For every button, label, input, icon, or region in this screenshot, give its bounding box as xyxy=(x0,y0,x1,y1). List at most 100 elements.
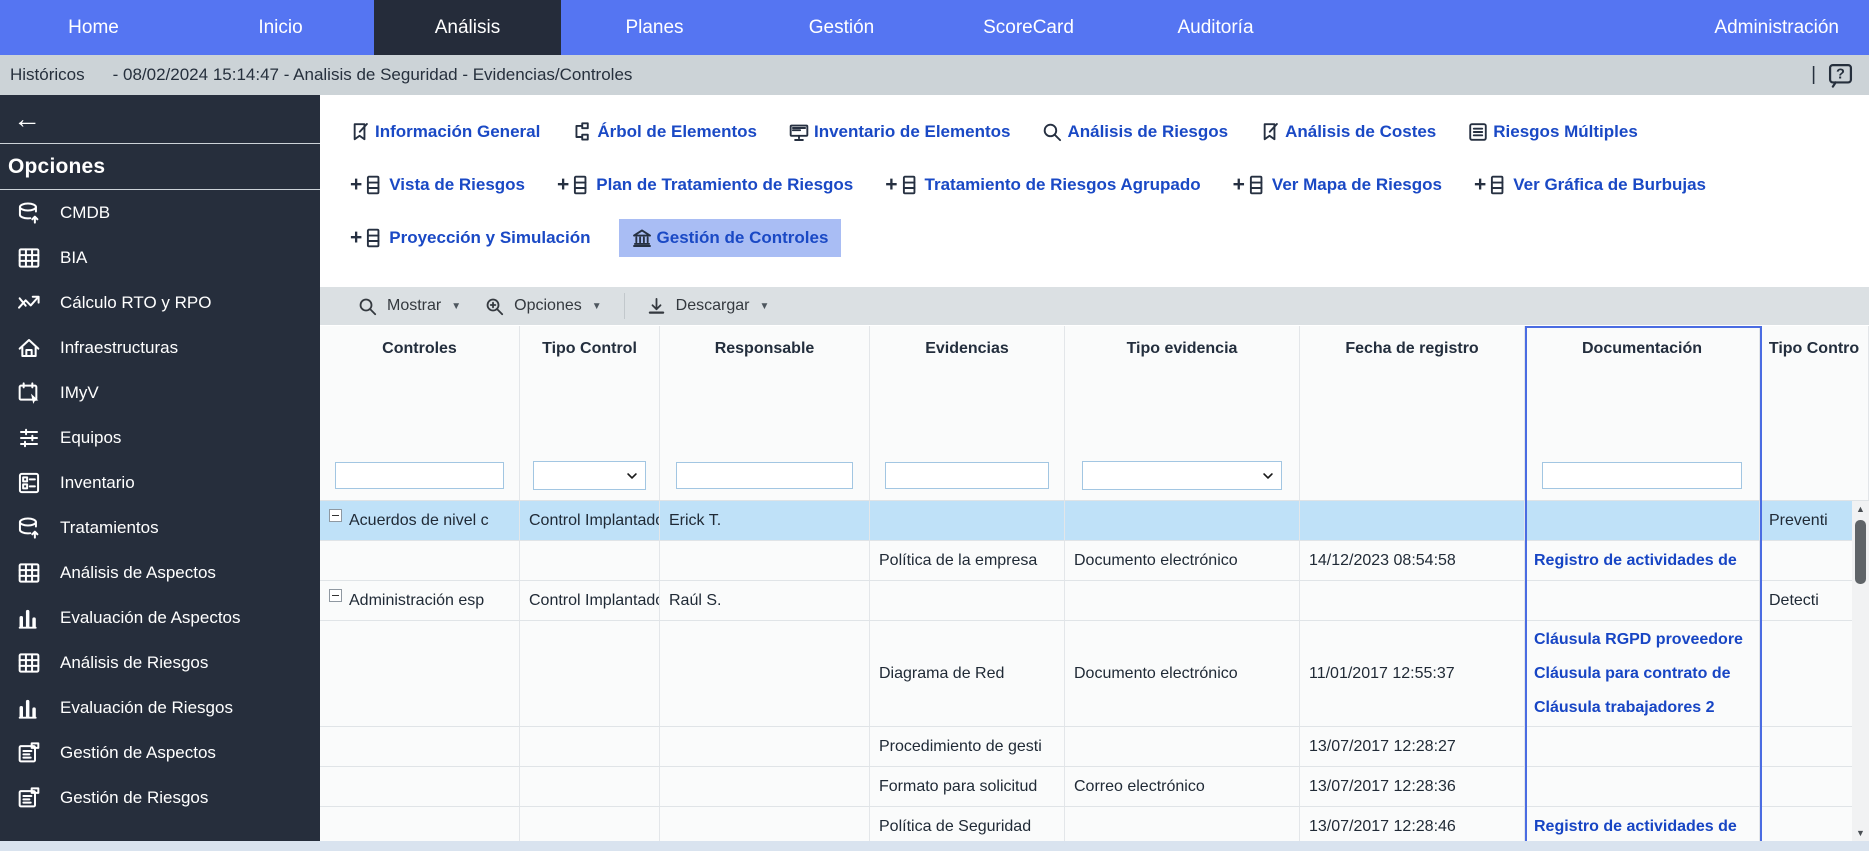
filter-cell-tipo-control xyxy=(520,451,660,500)
column-header-controles[interactable]: Controles xyxy=(320,326,520,451)
horizontal-scrollbar[interactable] xyxy=(0,841,1869,851)
search-icon xyxy=(1042,122,1062,142)
scroll-down-icon[interactable]: ▼ xyxy=(1856,828,1865,838)
toolbar-menu-descargar[interactable]: Descargar ▼ xyxy=(635,297,782,316)
plus-icon: + xyxy=(557,172,570,196)
help-icon[interactable]: ? xyxy=(1828,63,1853,88)
nav-tab-administracion[interactable]: Administración xyxy=(1684,0,1869,55)
cell-tipo-control xyxy=(520,621,660,726)
sidebar-item-evaluacion-de-aspectos[interactable]: Evaluación de Aspectos xyxy=(0,595,320,640)
sidebar-item-bia[interactable]: BIA xyxy=(0,235,320,280)
collapse-icon[interactable] xyxy=(329,509,342,522)
tab-label: Análisis de Riesgos xyxy=(1067,121,1229,141)
tab-informacion-general[interactable]: Información General xyxy=(346,114,544,150)
bookmark-pen-icon xyxy=(350,122,370,142)
table-row: Política de la empresa Documento electrón… xyxy=(320,541,1869,581)
document-link[interactable]: Registro de actividades de xyxy=(1534,810,1737,844)
nav-tab-auditoria[interactable]: Auditoría xyxy=(1122,0,1309,55)
column-header-tipo-evidencia[interactable]: Tipo evidencia xyxy=(1065,326,1300,451)
bar-chart-icon xyxy=(17,606,41,630)
table-row: Administración esp Control Implantado Raúl… xyxy=(320,581,1869,621)
sidebar-item-infraestructuras[interactable]: Infraestructuras xyxy=(0,325,320,370)
cell-controles xyxy=(320,621,520,726)
nav-tab-analisis[interactable]: Análisis xyxy=(374,0,561,55)
nav-tab-gestion[interactable]: Gestión xyxy=(748,0,935,55)
tab-analisis-de-riesgos[interactable]: Análisis de Riesgos xyxy=(1038,114,1232,150)
sidebar-item-equipos[interactable]: Equipos xyxy=(0,415,320,460)
tab-analisis-de-costes[interactable]: Análisis de Costes xyxy=(1256,114,1440,150)
document-link[interactable]: Cláusula RGPD proveedore xyxy=(1534,623,1743,657)
sidebar-item-inventario[interactable]: Inventario xyxy=(0,460,320,505)
tab-arbol-de-elementos[interactable]: Árbol de Elementos xyxy=(568,114,761,150)
tab-ver-mapa-de-riesgos[interactable]: + Ver Mapa de Riesgos xyxy=(1229,165,1446,205)
sidebar-item-tratamientos[interactable]: Tratamientos xyxy=(0,505,320,550)
cell-controles xyxy=(320,727,520,766)
sidebar-item-evaluacion-de-riesgos[interactable]: Evaluación de Riesgos xyxy=(0,685,320,730)
cell-controles xyxy=(320,541,520,580)
table-row: Formato para solicitud Correo electrónico… xyxy=(320,767,1869,807)
sidebar-item-imyv[interactable]: IMyV xyxy=(0,370,320,415)
sidebar-item-analisis-de-riesgos[interactable]: Análisis de Riesgos xyxy=(0,640,320,685)
tab-riesgos-multiples[interactable]: Riesgos Múltiples xyxy=(1464,114,1642,150)
document-link[interactable]: Cláusula para contrato de xyxy=(1534,657,1743,691)
view-tabs: Información General Árbol de Elementos Inv… xyxy=(320,95,1869,287)
plus-icon: + xyxy=(885,172,898,196)
filter-select-tipo-control[interactable] xyxy=(533,461,646,490)
tab-proyeccion-y-simulacion[interactable]: + Proyección y Simulación xyxy=(346,218,595,258)
tab-ver-grafica-de-burbujas[interactable]: + Ver Gráfica de Burbujas xyxy=(1470,165,1710,205)
sidebar-item-calculo-rto-y-rpo[interactable]: Cálculo RTO y RPO xyxy=(0,280,320,325)
nav-tab-inicio[interactable]: Inicio xyxy=(187,0,374,55)
cell-responsable xyxy=(660,541,870,580)
cell-documentacion xyxy=(1525,727,1760,766)
tipo-control-2-value: Detecti xyxy=(1769,591,1819,609)
sidebar-item-gestion-de-riesgos[interactable]: Gestión de Riesgos xyxy=(0,775,320,820)
filter-input-evidencias[interactable] xyxy=(885,462,1049,489)
sidebar-item-gestion-de-aspectos[interactable]: Gestión de Aspectos xyxy=(0,730,320,775)
tab-vista-de-riesgos[interactable]: + Vista de Riesgos xyxy=(346,165,529,205)
main-panel: Información General Árbol de Elementos Inv… xyxy=(320,95,1869,851)
tab-plan-de-tratamiento-de-riesgos[interactable]: + Plan de Tratamiento de Riesgos xyxy=(553,165,857,205)
nav-tab-scorecard[interactable]: ScoreCard xyxy=(935,0,1122,55)
column-header-tipo-contro[interactable]: Tipo Contro xyxy=(1760,326,1869,451)
tab-gestion-de-controles[interactable]: Gestión de Controles xyxy=(618,218,842,257)
nav-tab-planes[interactable]: Planes xyxy=(561,0,748,55)
filter-cell-documentacion xyxy=(1525,451,1760,500)
cell-tipo-evidencia xyxy=(1065,727,1300,766)
scroll-up-icon[interactable]: ▲ xyxy=(1856,504,1865,514)
documentacion-links: Registro de actividades de xyxy=(1534,541,1737,580)
tab-row-1: Información General Árbol de Elementos Inv… xyxy=(346,109,1869,154)
filter-select-tipo-evidencia[interactable] xyxy=(1081,461,1283,490)
document-link[interactable]: Cláusula trabajadores 2 xyxy=(1534,691,1743,725)
zoom-in-icon xyxy=(485,297,504,316)
filter-input-documentacion[interactable] xyxy=(1541,462,1743,489)
grid-icon xyxy=(17,561,41,585)
cell-responsable xyxy=(660,727,870,766)
vertical-scrollbar[interactable]: ▲ ▼ xyxy=(1852,501,1869,841)
filter-input-responsable[interactable] xyxy=(675,462,854,489)
column-header-tipo-control[interactable]: Tipo Control xyxy=(520,326,660,451)
cell-evidencias xyxy=(870,581,1065,620)
column-header-responsable[interactable]: Responsable xyxy=(660,326,870,451)
scrollbar-thumb[interactable] xyxy=(1855,520,1866,584)
tab-inventario-de-elementos[interactable]: Inventario de Elementos xyxy=(785,114,1015,150)
toolbar-menu-opciones[interactable]: Opciones ▼ xyxy=(473,297,614,316)
collapse-icon[interactable] xyxy=(329,589,342,602)
sidebar-back-button[interactable]: ← xyxy=(0,95,320,144)
column-header-fecha-de-registro[interactable]: Fecha de registro xyxy=(1300,326,1525,451)
evidencia-name: Política de Seguridad xyxy=(879,817,1032,835)
sidebar-item-cmdb[interactable]: CMDB xyxy=(0,190,320,235)
sidebar-title: Opciones xyxy=(0,144,320,190)
filter-input-controles[interactable] xyxy=(335,462,504,489)
document-link[interactable]: Registro de actividades de xyxy=(1534,544,1737,578)
tab-tratamiento-de-riesgos-agrupado[interactable]: + Tratamiento de Riesgos Agrupado xyxy=(881,165,1204,205)
toolbar-menu-mostrar[interactable]: Mostrar ▼ xyxy=(346,297,473,316)
column-header-documentacion[interactable]: Documentación xyxy=(1525,326,1760,451)
controls-table: Controles Tipo Control Responsable Evidenci… xyxy=(320,325,1869,851)
column-header-evidencias[interactable]: Evidencias xyxy=(870,326,1065,451)
control-name: Acuerdos de nivel c xyxy=(349,511,489,529)
nav-tab-home[interactable]: Home xyxy=(0,0,187,55)
sidebar-item-label: BIA xyxy=(60,247,88,267)
database-upload-icon xyxy=(17,201,41,225)
sidebar-item-analisis-de-aspectos[interactable]: Análisis de Aspectos xyxy=(0,550,320,595)
column-header-label: Tipo Contro xyxy=(1768,340,1860,357)
